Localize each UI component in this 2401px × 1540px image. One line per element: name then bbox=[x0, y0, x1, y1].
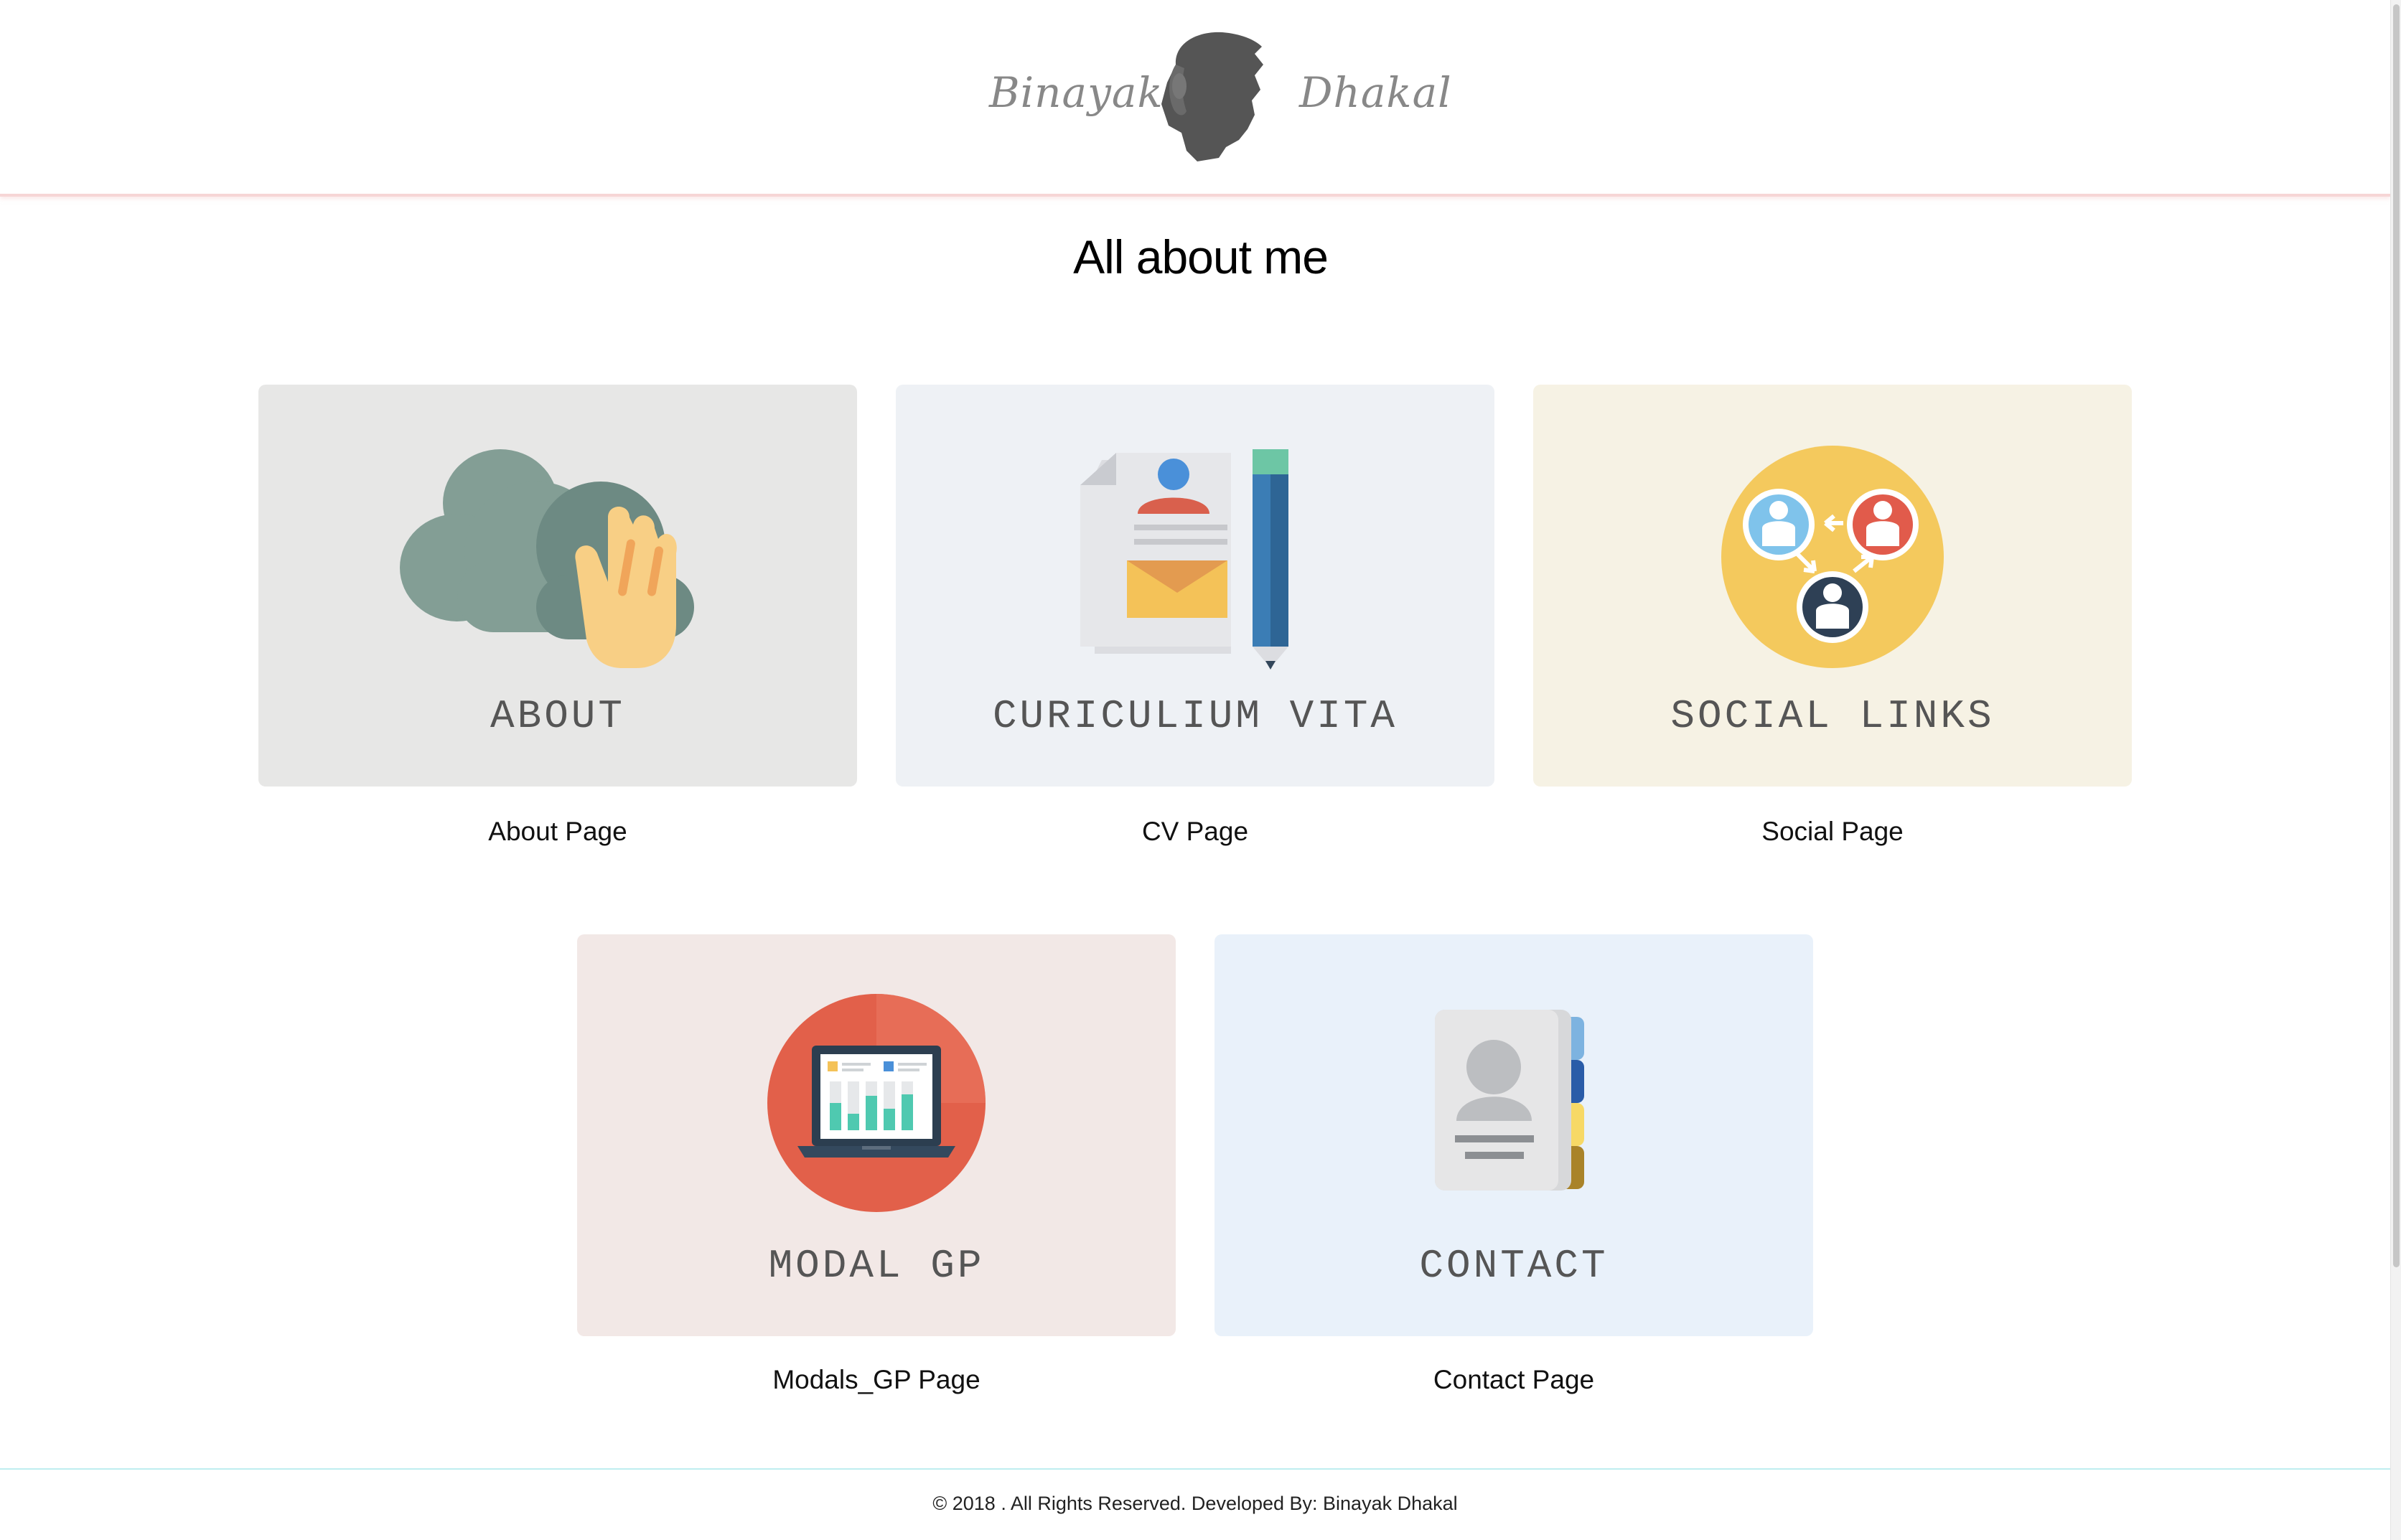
social-links-card[interactable]: SOCIAL LINKS bbox=[1533, 385, 2132, 787]
social-card-label: SOCIAL LINKS bbox=[1670, 693, 1995, 739]
modal-gp-card-label: MODAL GP bbox=[768, 1243, 985, 1289]
logo-first-name: Binayak bbox=[989, 68, 1164, 117]
about-card-label: ABOUT bbox=[490, 693, 626, 739]
site-header: Binayak Dhakal bbox=[0, 0, 2390, 197]
footer-text: © 2018 . All Rights Reserved. Developed … bbox=[932, 1493, 1458, 1514]
cv-card-label: CURICULIUM VITA bbox=[992, 693, 1398, 739]
contact-card-label: CONTACT bbox=[1419, 1243, 1609, 1289]
about-page-caption[interactable]: About Page bbox=[258, 817, 857, 847]
page-title: All about me bbox=[1073, 230, 1329, 283]
contact-page-caption[interactable]: Contact Page bbox=[1214, 1365, 1813, 1395]
address-book-icon bbox=[1435, 1010, 1584, 1191]
social-network-icon bbox=[1721, 446, 1944, 668]
footer-divider bbox=[0, 1468, 2390, 1470]
cv-page-caption[interactable]: CV Page bbox=[896, 817, 1494, 847]
cv-card[interactable]: CURICULIUM VITA bbox=[896, 385, 1494, 787]
contact-card[interactable]: CONTACT bbox=[1214, 934, 1813, 1336]
modal-gp-card[interactable]: MODAL GP bbox=[577, 934, 1176, 1336]
modals-gp-page-caption[interactable]: Modals_GP Page bbox=[577, 1365, 1176, 1395]
resume-pencil-icon bbox=[1080, 449, 1288, 670]
logo-last-name: Dhakal bbox=[1299, 68, 1452, 117]
portrait-silhouette-icon bbox=[1161, 32, 1263, 161]
laptop-chart-icon bbox=[767, 994, 986, 1212]
social-page-caption[interactable]: Social Page bbox=[1533, 817, 2132, 847]
site-logo[interactable]: Binayak Dhakal bbox=[983, 25, 1451, 169]
cloud-hand-icon bbox=[400, 449, 694, 668]
about-card[interactable]: ABOUT bbox=[258, 385, 857, 787]
scrollbar-thumb[interactable] bbox=[2393, 4, 2400, 1267]
